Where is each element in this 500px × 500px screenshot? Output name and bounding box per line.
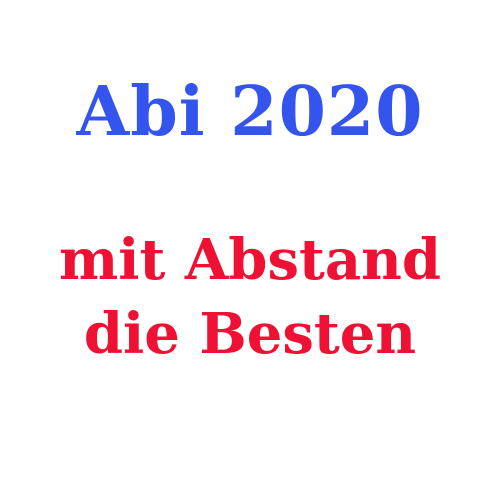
motto-line-1: mit Abstand (58, 227, 442, 293)
motto-line-2: die Besten (83, 301, 417, 367)
poster-canvas: Abi 2020 mit Abstand die Besten (0, 0, 500, 500)
headline-text: Abi 2020 (76, 72, 424, 152)
